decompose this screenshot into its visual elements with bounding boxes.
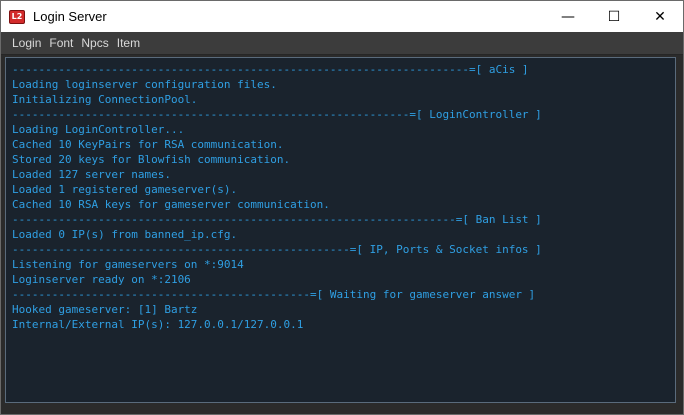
menu-npcs[interactable]: Npcs xyxy=(79,36,110,50)
console-line: Loading loginserver configuration files. xyxy=(12,78,277,91)
console-line: Cached 10 KeyPairs for RSA communication… xyxy=(12,138,284,151)
menu-login[interactable]: Login xyxy=(10,36,43,50)
console-line: Loaded 127 server names. xyxy=(12,168,171,181)
console-line: ----------------------------------------… xyxy=(12,243,542,256)
console-line: ----------------------------------------… xyxy=(12,108,542,121)
console-line: Loading LoginController... xyxy=(12,123,185,136)
console-line: Loaded 0 IP(s) from banned_ip.cfg. xyxy=(12,228,238,241)
console-line: Stored 20 keys for Blowfish communicatio… xyxy=(12,153,291,166)
login-server-window: L2 Login Server — ☐ ✕ Login Font Npcs It… xyxy=(0,0,684,415)
maximize-button[interactable]: ☐ xyxy=(591,1,637,32)
minimize-button[interactable]: — xyxy=(545,1,591,32)
console-line: ----------------------------------------… xyxy=(12,213,542,226)
console-line: Loginserver ready on *:2106 xyxy=(12,273,191,286)
window-title: Login Server xyxy=(33,9,107,24)
console-line: Hooked gameserver: [1] Bartz xyxy=(12,303,198,316)
close-button[interactable]: ✕ xyxy=(637,1,683,32)
l2-app-icon: L2 xyxy=(9,9,25,24)
console-line: Internal/External IP(s): 127.0.0.1/127.0… xyxy=(12,318,304,331)
window-bottom-edge xyxy=(5,403,676,411)
menu-item[interactable]: Item xyxy=(115,36,142,50)
window-controls: — ☐ ✕ xyxy=(545,1,683,32)
console-line: Cached 10 RSA keys for gameserver commun… xyxy=(12,198,330,211)
title-bar[interactable]: L2 Login Server — ☐ ✕ xyxy=(1,1,683,32)
menu-bar: Login Font Npcs Item xyxy=(1,32,683,55)
menu-font[interactable]: Font xyxy=(47,36,75,50)
console-output[interactable]: ----------------------------------------… xyxy=(5,57,676,403)
console-line: Initializing ConnectionPool. xyxy=(12,93,198,106)
console-line: ----------------------------------------… xyxy=(12,288,536,301)
console-line: ----------------------------------------… xyxy=(12,63,529,76)
console-line: Listening for gameservers on *:9014 xyxy=(12,258,244,271)
console-line: Loaded 1 registered gameserver(s). xyxy=(12,183,238,196)
